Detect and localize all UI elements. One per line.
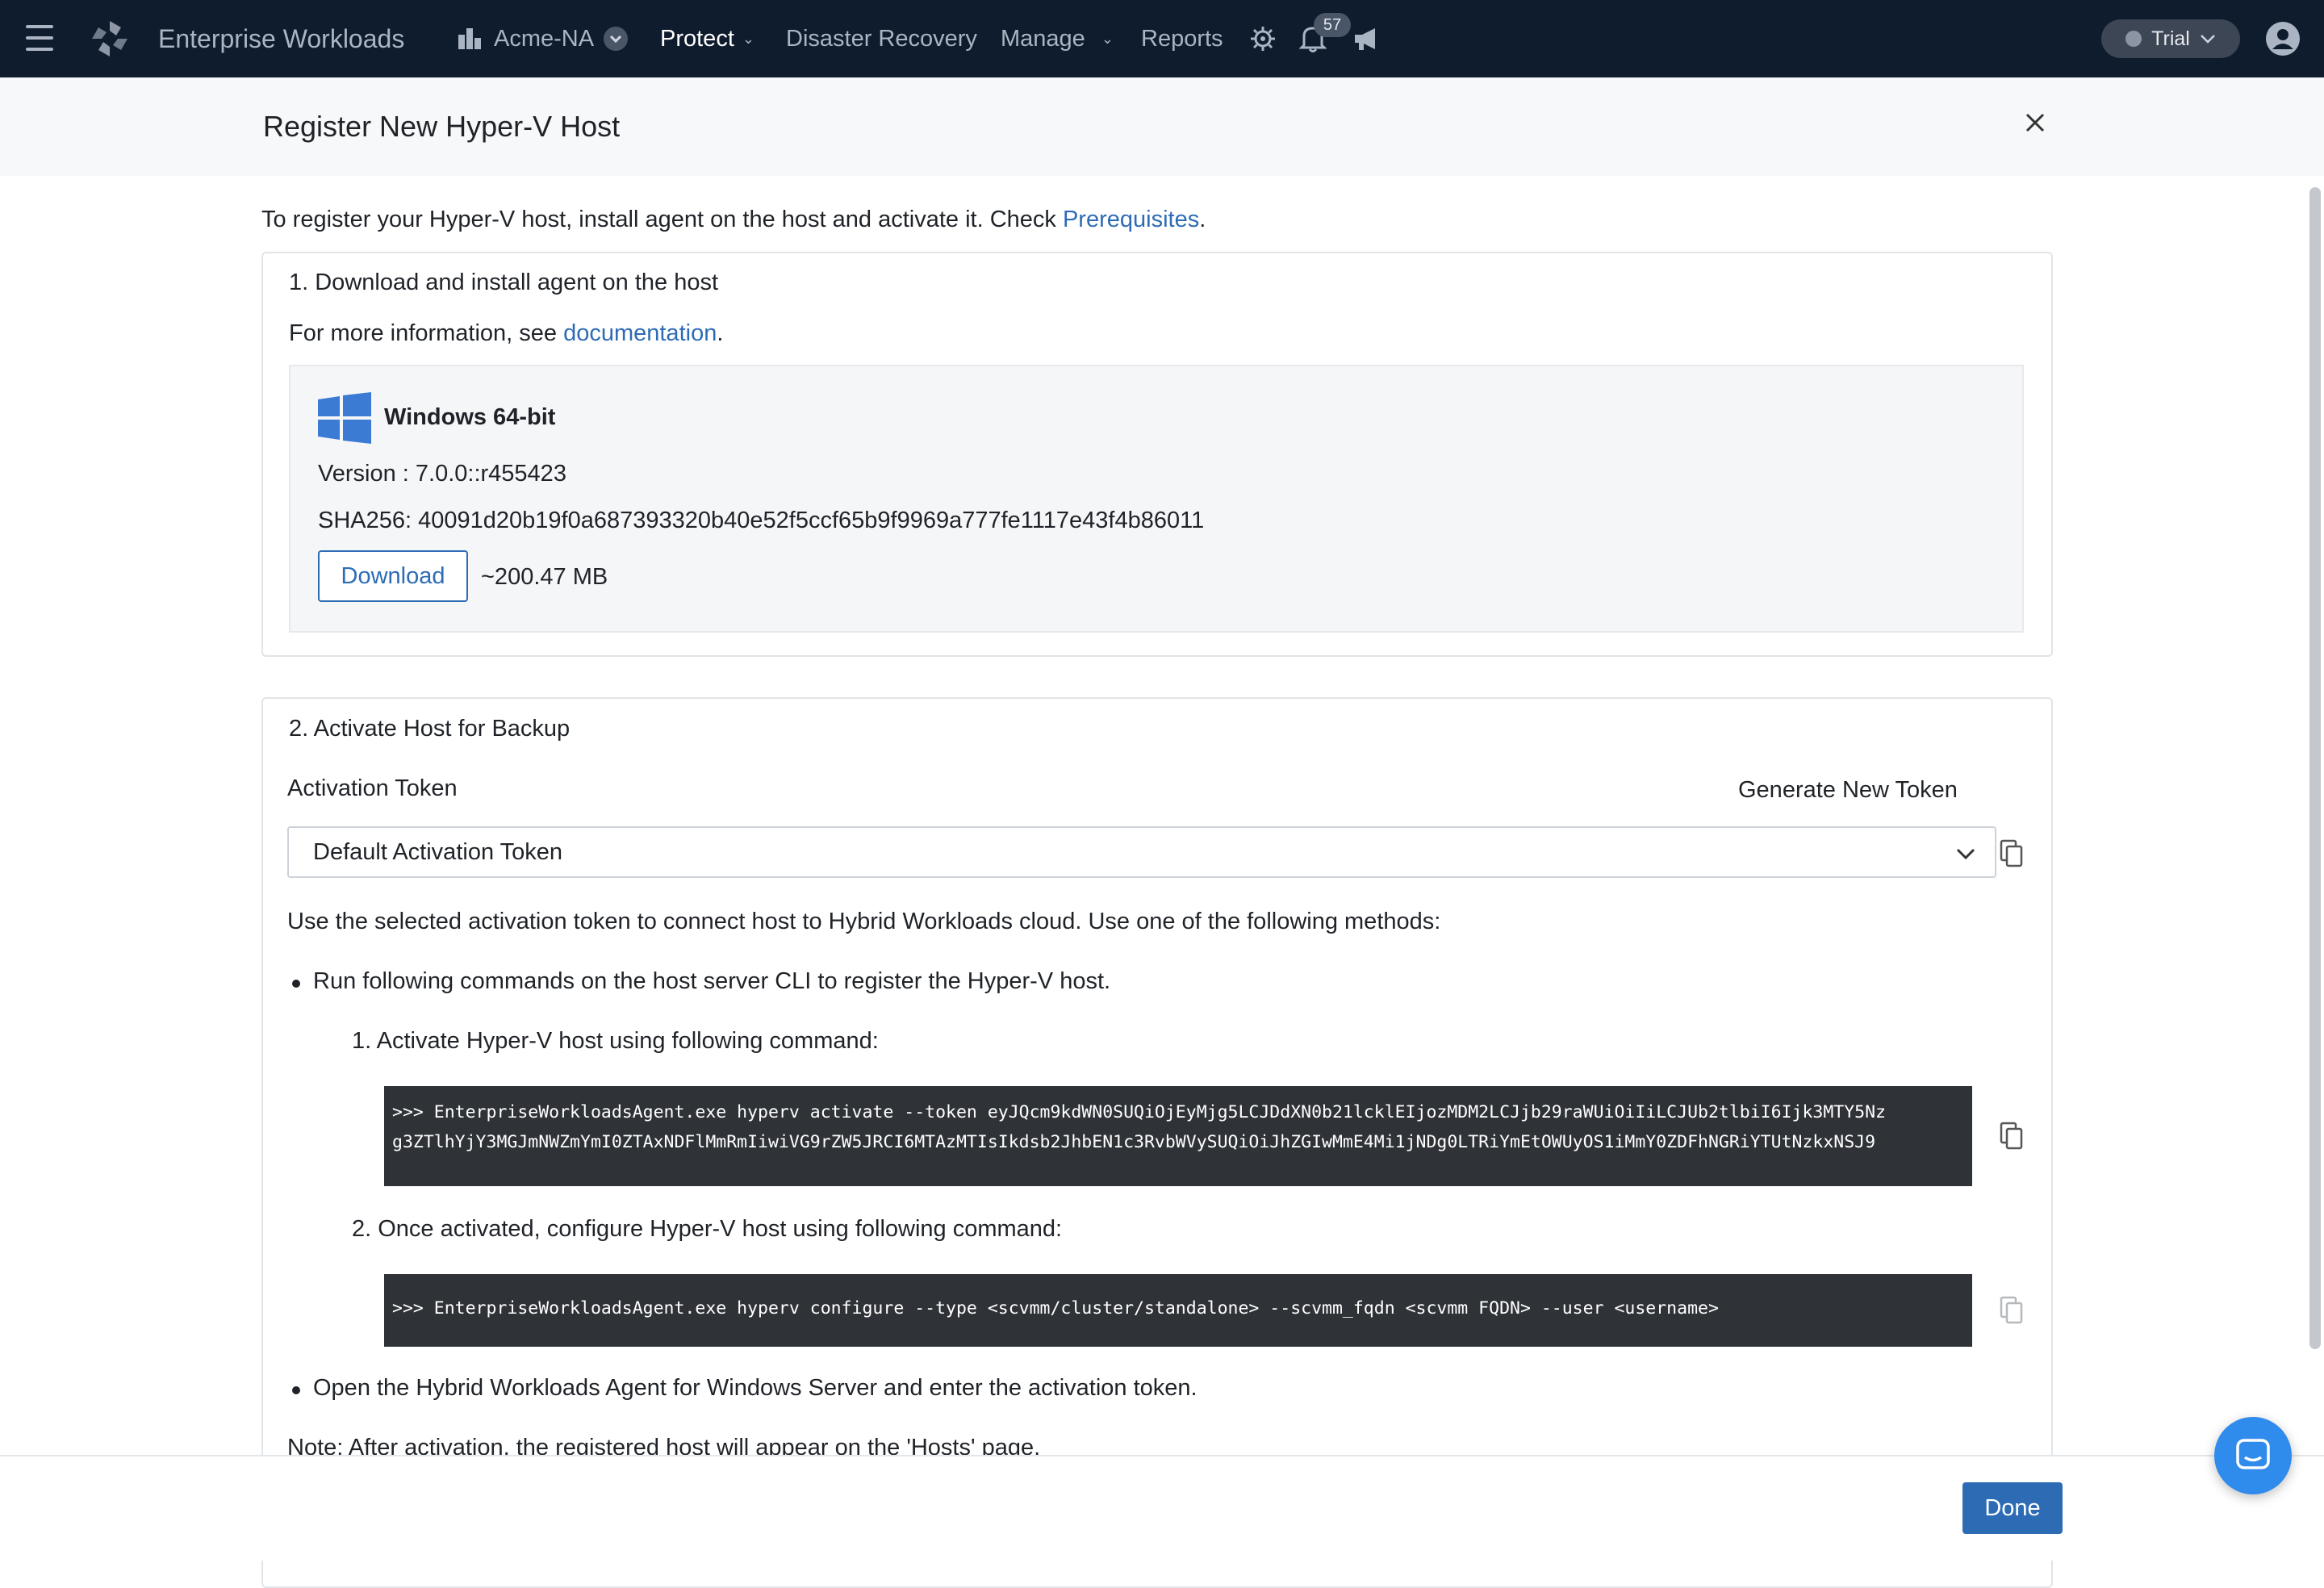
top-navigation-bar: Enterprise Workloads Acme-NA Protect ⌄ Di…: [0, 0, 2324, 77]
megaphone-icon[interactable]: [1352, 26, 1380, 52]
nav-manage[interactable]: Manage ⌄: [1001, 0, 1114, 77]
documentation-link[interactable]: documentation: [563, 320, 717, 346]
nav-reports[interactable]: Reports: [1141, 0, 1223, 77]
activation-token-select[interactable]: Default Activation Token: [287, 826, 1996, 878]
activate-step-text: 1. Activate Hyper-V host using following…: [352, 1028, 879, 1054]
download-size: ~200.47 MB: [481, 564, 608, 590]
close-icon[interactable]: [2021, 108, 2050, 137]
building-icon: [458, 28, 481, 49]
activate-command-code[interactable]: >>> EnterpriseWorkloadsAgent.exe hyperv …: [384, 1086, 1972, 1186]
chat-support-button[interactable]: [2214, 1417, 2292, 1494]
intro-text: To register your Hyper-V host, install a…: [261, 207, 1206, 233]
org-name: Acme-NA: [494, 25, 595, 52]
agent-version: Version : 7.0.0::r455423: [318, 461, 566, 487]
nav-protect[interactable]: Protect ⌄: [660, 0, 754, 77]
bullet: [292, 1386, 300, 1394]
platform-name: Windows 64-bit: [384, 404, 556, 430]
cli-method-text: Run following commands on the host serve…: [313, 968, 1111, 994]
more-info-text: For more information, see documentation.: [289, 320, 723, 347]
copy-configure-command-icon[interactable]: [2000, 1296, 2024, 1325]
chevron-down-icon: [1956, 848, 1975, 860]
configure-command-code[interactable]: >>> EnterpriseWorkloadsAgent.exe hyperv …: [384, 1274, 1972, 1347]
more-info-period: .: [717, 320, 724, 346]
activation-token-label: Activation Token: [287, 775, 458, 801]
configure-step-text: 2. Once activated, configure Hyper-V hos…: [352, 1216, 1063, 1242]
user-avatar-icon[interactable]: [2266, 22, 2300, 56]
more-info-label: For more information, see: [289, 320, 564, 346]
caret-down-icon: ⌄: [742, 30, 754, 47]
trial-dropdown[interactable]: Trial: [2101, 19, 2240, 58]
modal-header: Register New Hyper-V Host: [0, 77, 2324, 178]
agent-app-method-text: Open the Hybrid Workloads Agent for Wind…: [313, 1375, 1198, 1401]
app-logo-icon: [92, 21, 127, 56]
caret-down-icon: ⌄: [1101, 30, 1114, 47]
notification-count-badge: 57: [1314, 13, 1351, 37]
hamburger-menu-icon[interactable]: [26, 25, 53, 51]
chevron-down-icon: [604, 27, 629, 51]
nav-disaster-recovery[interactable]: Disaster Recovery: [786, 0, 977, 77]
modal-title: Register New Hyper-V Host: [263, 110, 621, 143]
app-name: Enterprise Workloads: [158, 23, 405, 53]
use-token-instructions: Use the selected activation token to con…: [287, 909, 1441, 934]
agent-sha256: SHA256: 40091d20b19f0a687393320b40e52f5c…: [318, 508, 1205, 533]
trial-label: Trial: [2151, 27, 2190, 50]
intro-text-body: To register your Hyper-V host, install a…: [261, 207, 1063, 232]
chat-icon: [2236, 1439, 2270, 1469]
copy-token-icon[interactable]: [2000, 839, 2024, 868]
nav-manage-label: Manage: [1001, 25, 1085, 52]
settings-gear-icon[interactable]: [1249, 25, 1277, 52]
intro-period: .: [1199, 207, 1206, 232]
generate-new-token-link[interactable]: Generate New Token: [1738, 777, 1958, 804]
chevron-down-icon: [2200, 35, 2215, 44]
status-dot: [2125, 31, 2142, 47]
selected-token: Default Activation Token: [313, 838, 562, 865]
step1-title: 1. Download and install agent on the hos…: [289, 270, 719, 295]
nav-protect-label: Protect: [660, 25, 734, 52]
step2-title: 2. Activate Host for Backup: [289, 716, 571, 742]
copy-activate-command-icon[interactable]: [2000, 1122, 2024, 1151]
prerequisites-link[interactable]: Prerequisites: [1063, 207, 1199, 232]
bullet: [292, 980, 300, 988]
scrollbar[interactable]: [2309, 187, 2321, 1349]
windows-logo-icon: [318, 392, 371, 444]
download-button[interactable]: Download: [318, 550, 468, 602]
done-button[interactable]: Done: [1962, 1482, 2063, 1534]
org-switcher[interactable]: Acme-NA: [457, 0, 629, 77]
